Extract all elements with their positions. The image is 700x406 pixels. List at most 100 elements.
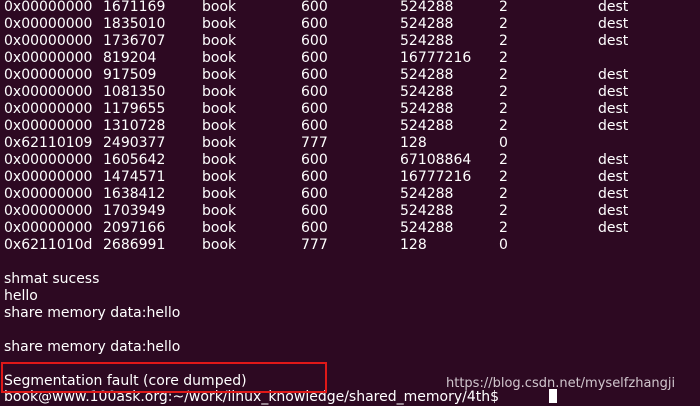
shm-status: dest <box>598 152 629 168</box>
shm-id: 1605642 <box>103 152 166 168</box>
shm-owner: book <box>202 152 237 168</box>
output-line: hello <box>4 288 38 304</box>
shm-status: dest <box>598 84 629 100</box>
shm-nattch: 2 <box>499 186 508 202</box>
shm-perms: 600 <box>301 0 328 15</box>
shm-key: 0x00000000 <box>4 0 93 15</box>
shm-table-row: 0x00000000 819204 book 600 16777216 2 <box>4 50 508 67</box>
output-line: share memory data:hello <box>4 339 181 355</box>
shm-key: 0x00000000 <box>4 220 93 236</box>
shm-key: 0x00000000 <box>4 50 93 66</box>
shm-id: 1081350 <box>103 84 166 100</box>
shm-nattch: 2 <box>499 220 508 236</box>
shm-id: 1835010 <box>103 16 166 32</box>
terminal-window[interactable]: 0x00000000 1671169 book 600 524288 2 des… <box>0 0 700 405</box>
shm-nattch: 2 <box>499 84 508 100</box>
shm-status: dest <box>598 101 629 117</box>
shm-id: 1703949 <box>103 203 166 219</box>
shm-owner: book <box>202 67 237 83</box>
shm-nattch: 2 <box>499 169 508 185</box>
shm-table-row: 0x00000000 1179655 book 600 524288 2 des… <box>4 101 628 118</box>
shm-id: 1671169 <box>103 0 166 15</box>
shm-perms: 600 <box>301 152 328 168</box>
shm-perms: 600 <box>301 169 328 185</box>
shm-key: 0x00000000 <box>4 203 93 219</box>
shm-bytes: 524288 <box>400 220 454 236</box>
shm-bytes: 128 <box>400 135 427 151</box>
shm-bytes: 524288 <box>400 0 454 15</box>
shm-owner: book <box>202 135 237 151</box>
shm-perms: 600 <box>301 203 328 219</box>
shm-nattch: 2 <box>499 203 508 219</box>
shm-bytes: 16777216 <box>400 169 472 185</box>
shm-bytes: 524288 <box>400 118 454 134</box>
shm-bytes: 524288 <box>400 33 454 49</box>
shm-nattch: 2 <box>499 118 508 134</box>
shm-bytes: 524288 <box>400 101 454 117</box>
shm-owner: book <box>202 220 237 236</box>
shm-owner: book <box>202 33 237 49</box>
shm-owner: book <box>202 0 237 15</box>
shm-table-row: 0x00000000 1835010 book 600 524288 2 des… <box>4 16 628 33</box>
shm-key: 0x00000000 <box>4 152 93 168</box>
shm-id: 1736707 <box>103 33 166 49</box>
shm-nattch: 2 <box>499 0 508 15</box>
shm-owner: book <box>202 101 237 117</box>
shm-perms: 600 <box>301 118 328 134</box>
shm-key: 0x00000000 <box>4 16 93 32</box>
shm-table-row: 0x00000000 1703949 book 600 524288 2 des… <box>4 203 628 220</box>
shm-status: dest <box>598 16 629 32</box>
shm-status: dest <box>598 0 629 15</box>
shm-perms: 600 <box>301 84 328 100</box>
shm-id: 1179655 <box>103 101 166 117</box>
error-highlight-box <box>1 362 327 393</box>
shm-status: dest <box>598 33 629 49</box>
shm-perms: 777 <box>301 135 328 151</box>
shm-status: dest <box>598 118 629 134</box>
shm-bytes: 524288 <box>400 186 454 202</box>
shm-nattch: 2 <box>499 67 508 83</box>
shm-owner: book <box>202 186 237 202</box>
shm-perms: 600 <box>301 186 328 202</box>
shm-status: dest <box>598 169 629 185</box>
shm-status: dest <box>598 203 629 219</box>
shm-perms: 600 <box>301 33 328 49</box>
shm-nattch: 2 <box>499 33 508 49</box>
shm-table-row: 0x00000000 1605642 book 600 67108864 2 d… <box>4 152 628 169</box>
shm-table-row: 0x00000000 917509 book 600 524288 2 dest <box>4 67 628 84</box>
shm-perms: 600 <box>301 220 328 236</box>
shm-id: 1474571 <box>103 169 166 185</box>
shm-key: 0x00000000 <box>4 169 93 185</box>
shm-table-row: 0x00000000 1638412 book 600 524288 2 des… <box>4 186 628 203</box>
shm-table-row: 0x62110109 2490377 book 777 128 0 <box>4 135 508 152</box>
shm-bytes: 524288 <box>400 67 454 83</box>
shm-key: 0x00000000 <box>4 33 93 49</box>
shm-key: 0x00000000 <box>4 118 93 134</box>
shm-perms: 777 <box>301 237 328 253</box>
shm-table-row: 0x00000000 1671169 book 600 524288 2 des… <box>4 0 628 16</box>
watermark: https://blog.csdn.net/myselfzhangji <box>446 376 676 391</box>
shm-key: 0x6211010d <box>4 237 93 253</box>
shm-id: 2490377 <box>103 135 166 151</box>
shm-owner: book <box>202 237 237 253</box>
shm-nattch: 2 <box>499 50 508 66</box>
shm-id: 1638412 <box>103 186 166 202</box>
shm-bytes: 128 <box>400 237 427 253</box>
shm-perms: 600 <box>301 50 328 66</box>
shm-owner: book <box>202 50 237 66</box>
shm-owner: book <box>202 16 237 32</box>
shm-status: dest <box>598 67 629 83</box>
output-line: share memory data:hello <box>4 305 181 321</box>
shm-id: 2686991 <box>103 237 166 253</box>
shm-bytes: 16777216 <box>400 50 472 66</box>
shm-nattch: 0 <box>499 135 508 151</box>
shm-owner: book <box>202 84 237 100</box>
shm-key: 0x00000000 <box>4 101 93 117</box>
shm-perms: 600 <box>301 101 328 117</box>
shm-key: 0x62110109 <box>4 135 93 151</box>
shm-bytes: 67108864 <box>400 152 472 168</box>
shm-table-row: 0x00000000 1081350 book 600 524288 2 des… <box>4 84 628 101</box>
shm-id: 1310728 <box>103 118 166 134</box>
terminal-cursor[interactable] <box>549 389 557 403</box>
shm-id: 2097166 <box>103 220 166 236</box>
